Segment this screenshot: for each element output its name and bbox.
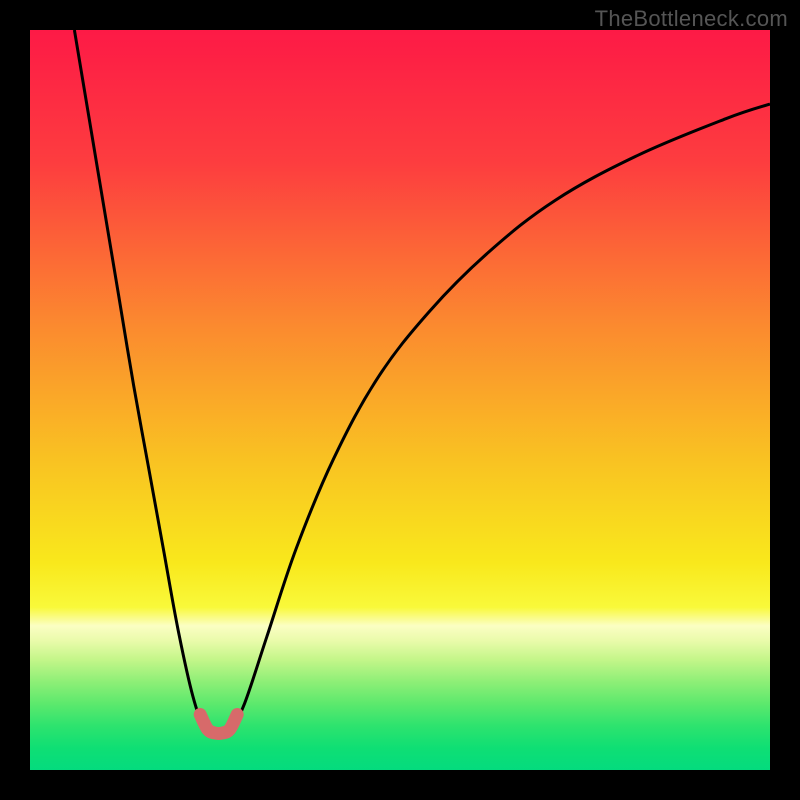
chart-plot-area (30, 30, 770, 770)
chart-curves-svg (30, 30, 770, 770)
watermark-text: TheBottleneck.com (595, 6, 788, 32)
trough-highlight-curve (200, 715, 237, 734)
left-branch-curve (74, 30, 215, 733)
right-branch-curve (230, 104, 770, 733)
